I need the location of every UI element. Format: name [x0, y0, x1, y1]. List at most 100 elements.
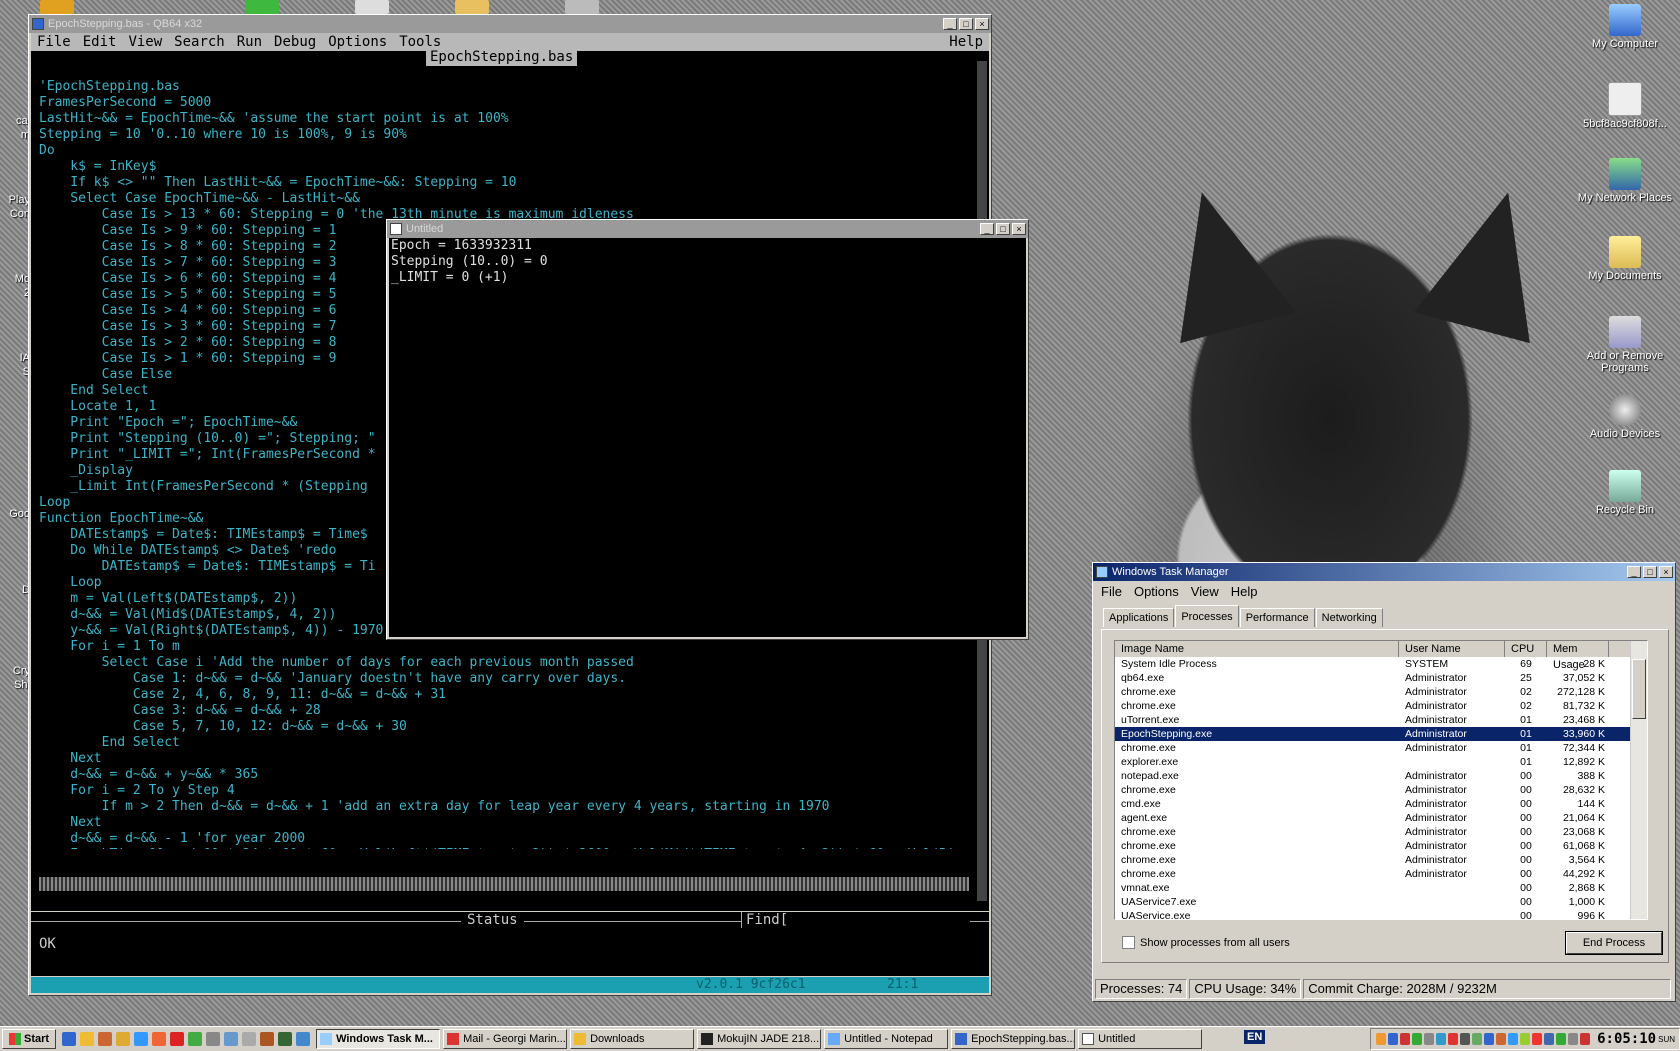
code-line[interactable]: For i = 2 To y Step 4 — [39, 783, 959, 799]
desktop-left-icon-label[interactable]: 2 — [0, 287, 30, 299]
desktop-icon-recycle-bin[interactable]: Recycle Bin — [1570, 470, 1680, 516]
code-line[interactable]: 'EpochStepping.bas — [39, 79, 959, 95]
menu-options[interactable]: Options — [322, 33, 393, 51]
desktop-top-icon[interactable] — [40, 0, 74, 14]
desktop-left-icon-label[interactable]: Con — [0, 208, 30, 220]
quick-launch-icon[interactable] — [170, 1032, 185, 1046]
code-line[interactable]: Next — [39, 815, 959, 831]
horizontal-scrollbar[interactable] — [39, 877, 969, 891]
quick-launch-icon[interactable] — [296, 1032, 311, 1046]
start-button[interactable]: Start — [2, 1029, 57, 1049]
process-row[interactable]: notepad.exe Administrator 00 388 K — [1115, 769, 1647, 783]
end-process-button[interactable]: End Process — [1565, 931, 1663, 955]
tray-icon[interactable] — [1544, 1033, 1555, 1045]
quick-launch-icon[interactable] — [206, 1032, 221, 1046]
taskbar-button-untitled[interactable]: Untitled — [1078, 1029, 1203, 1049]
code-line[interactable]: Do — [39, 143, 959, 159]
scrollbar-thumb[interactable] — [1632, 659, 1646, 719]
maximize-button[interactable]: □ — [1643, 566, 1657, 578]
file-tab[interactable]: EpochStepping.bas — [426, 49, 578, 66]
column-cpu[interactable]: CPU — [1505, 641, 1547, 657]
desktop-icon-my-documents[interactable]: My Documents — [1570, 236, 1680, 282]
menu-view[interactable]: View — [122, 33, 168, 51]
column-user-name[interactable]: User Name — [1399, 641, 1505, 657]
column-mem-usage[interactable]: Mem Usage — [1547, 641, 1609, 671]
taskbar-button-task-manager[interactable]: Windows Task M... — [316, 1029, 441, 1049]
taskbar-button-mokujin[interactable]: MokujIN JADE 218... — [697, 1029, 822, 1049]
code-line[interactable]: Case 1: d~&& = d~&& 'January doestn't ha… — [39, 671, 959, 687]
process-row[interactable]: UAService7.exe 00 1,000 K — [1115, 895, 1647, 909]
task-manager-window[interactable]: Windows Task Manager _ □ × File Options … — [1092, 562, 1676, 1002]
quick-launch-icon[interactable] — [134, 1032, 149, 1046]
task-manager-titlebar[interactable]: Windows Task Manager _ □ × — [1093, 563, 1675, 581]
code-line[interactable]: LastHit~&& = EpochTime~&& 'assume the st… — [39, 111, 959, 127]
language-indicator[interactable]: EN — [1244, 1030, 1266, 1044]
tray-icon[interactable] — [1400, 1033, 1411, 1045]
menu-run[interactable]: Run — [231, 33, 268, 51]
tray-icon[interactable] — [1376, 1033, 1387, 1045]
desktop-left-icon-label[interactable]: D — [0, 584, 30, 596]
desktop-left-icon-label[interactable]: Play — [0, 194, 30, 206]
process-row[interactable]: chrome.exe Administrator 00 44,292 K — [1115, 867, 1647, 881]
quick-launch-icon[interactable] — [242, 1032, 257, 1046]
desktop-icon-file[interactable]: 5bcf8ac9cf808f... — [1570, 82, 1680, 130]
taskbar-button-epochstepping[interactable]: EpochStepping.bas... — [951, 1029, 1076, 1049]
code-line[interactable]: Case 2, 4, 6, 8, 9, 11: d~&& = d~&& + 31 — [39, 687, 959, 703]
process-row[interactable]: chrome.exe Administrator 01 72,344 K — [1115, 741, 1647, 755]
show-all-users-checkbox[interactable]: Show processes from all users — [1122, 936, 1290, 949]
tab-networking[interactable]: Networking — [1315, 608, 1383, 627]
process-row[interactable]: explorer.exe 01 12,892 K — [1115, 755, 1647, 769]
code-line[interactable]: Case 3: d~&& = d~&& + 28 — [39, 703, 959, 719]
quick-launch-icon[interactable] — [116, 1032, 131, 1046]
minimize-button[interactable]: _ — [980, 223, 994, 235]
code-line[interactable]: d~&& = d~&& - 1 'for year 2000 — [39, 831, 959, 847]
quick-launch-icon[interactable] — [260, 1032, 275, 1046]
menu-help[interactable]: Help — [943, 33, 989, 51]
close-button[interactable]: × — [1659, 566, 1673, 578]
code-line[interactable]: d~&& = d~&& + y~&& * 365 — [39, 767, 959, 783]
tab-processes[interactable]: Processes — [1175, 605, 1239, 627]
process-row[interactable]: chrome.exe Administrator 02 272,128 K — [1115, 685, 1647, 699]
tray-icon[interactable] — [1568, 1033, 1579, 1045]
process-list-scrollbar[interactable] — [1630, 641, 1647, 919]
close-button[interactable]: × — [975, 18, 989, 30]
maximize-button[interactable]: □ — [959, 18, 973, 30]
code-line[interactable]: Select Case i 'Add the number of days fo… — [39, 655, 959, 671]
code-line[interactable]: If k$ <> "" Then LastHit~&& = EpochTime~… — [39, 175, 959, 191]
quick-launch-icon[interactable] — [188, 1032, 203, 1046]
process-row[interactable]: agent.exe Administrator 00 21,064 K — [1115, 811, 1647, 825]
desktop-icon-network[interactable]: My Network Places — [1570, 158, 1680, 204]
menu-edit[interactable]: Edit — [77, 33, 123, 51]
tray-icon[interactable] — [1424, 1033, 1435, 1045]
desktop-top-icon[interactable] — [565, 0, 599, 14]
close-button[interactable]: × — [1012, 223, 1026, 235]
tray-icon[interactable] — [1532, 1033, 1543, 1045]
find-field[interactable]: Find[ — [741, 912, 970, 928]
desktop-left-icon-label[interactable]: Cry — [0, 665, 30, 677]
code-line[interactable]: FramesPerSecond = 5000 — [39, 95, 959, 111]
menu-options[interactable]: Options — [1128, 583, 1185, 600]
checkbox-box[interactable] — [1122, 936, 1135, 949]
quick-launch-icon[interactable] — [152, 1032, 167, 1046]
code-line[interactable]: Next — [39, 751, 959, 767]
quick-launch-icon[interactable] — [224, 1032, 239, 1046]
taskbar-button-downloads[interactable]: Downloads — [570, 1029, 695, 1049]
untitled-console-window[interactable]: Untitled _ □ × Epoch = 1633932311 Steppin… — [386, 219, 1029, 640]
process-row[interactable]: chrome.exe Administrator 02 81,732 K — [1115, 699, 1647, 713]
code-line[interactable]: Stepping = 10 '0..10 where 10 is 100%, 9… — [39, 127, 959, 143]
tray-icon[interactable] — [1520, 1033, 1531, 1045]
code-line[interactable]: EpochTime~&& = d~&& * 24 * 60 * 60 + Val… — [39, 847, 959, 849]
quick-launch-icon[interactable] — [80, 1032, 95, 1046]
code-line[interactable]: If m > 2 Then d~&& = d~&& + 1 'add an ex… — [39, 799, 959, 815]
menu-view[interactable]: View — [1185, 583, 1225, 600]
process-row[interactable]: chrome.exe Administrator 00 61,068 K — [1115, 839, 1647, 853]
untitled-titlebar[interactable]: Untitled _ □ × — [387, 220, 1028, 238]
code-line[interactable]: k$ = InKey$ — [39, 159, 959, 175]
code-line[interactable]: End Select — [39, 735, 959, 751]
desktop-icon-my-computer[interactable]: My Computer — [1570, 4, 1680, 50]
process-row[interactable]: UAService.exe 00 996 K — [1115, 909, 1647, 919]
desktop-left-icon-label[interactable]: Shi — [0, 679, 30, 691]
process-row[interactable]: chrome.exe Administrator 00 28,632 K — [1115, 783, 1647, 797]
tray-icon[interactable] — [1484, 1033, 1495, 1045]
desktop-top-icon[interactable] — [455, 0, 489, 14]
